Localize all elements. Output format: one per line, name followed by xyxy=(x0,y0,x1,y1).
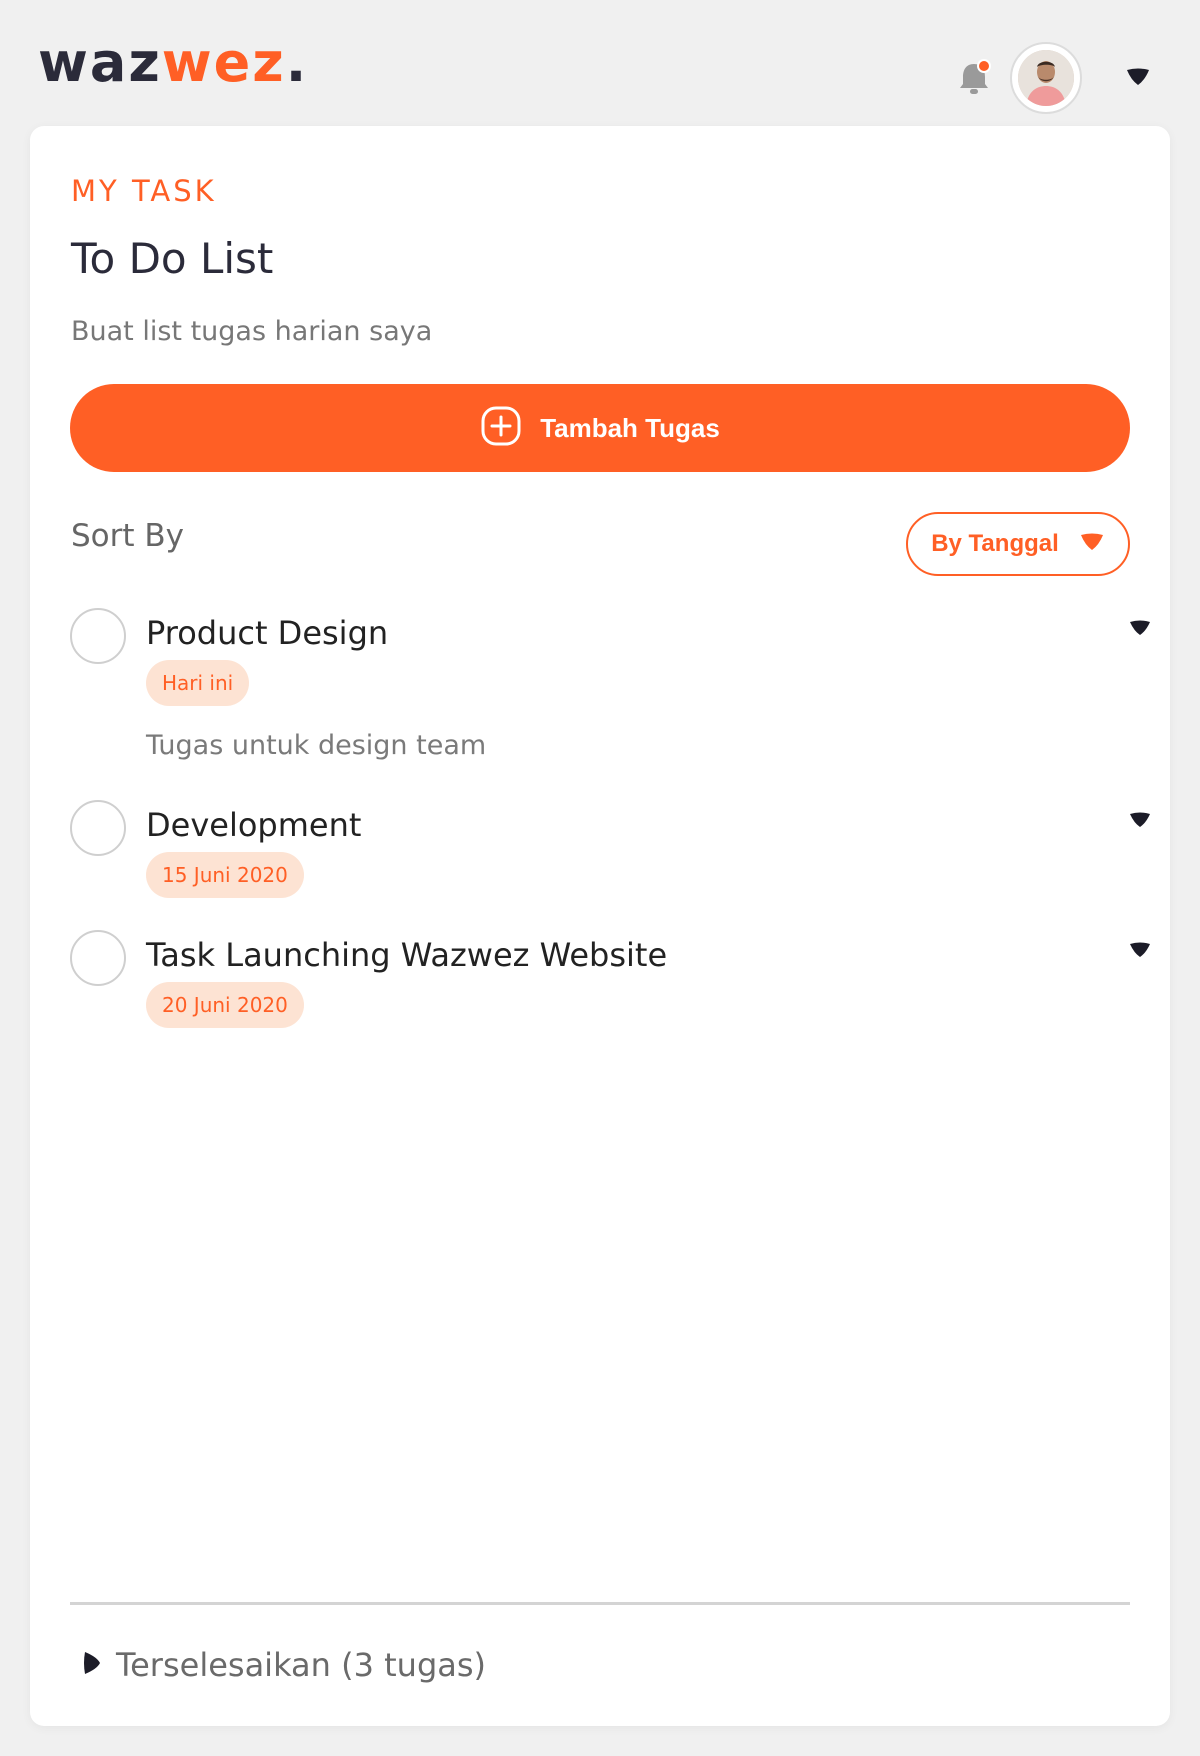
task-card: MY TASK To Do List Buat list tugas haria… xyxy=(30,126,1170,1726)
sort-dropdown[interactable]: By Tanggal xyxy=(906,512,1130,576)
task-title: Task Launching Wazwez Website xyxy=(146,936,668,974)
chevron-down-icon[interactable] xyxy=(1128,940,1152,964)
task-date-badge: Hari ini xyxy=(146,660,250,706)
chevron-down-icon[interactable] xyxy=(1128,618,1152,642)
task-checkbox[interactable] xyxy=(70,930,126,986)
plus-circle-icon xyxy=(480,405,522,451)
chevron-down-icon xyxy=(1079,531,1105,557)
section-eyebrow: MY TASK xyxy=(71,174,217,208)
logo-text-accent: wez xyxy=(161,31,286,94)
chevron-down-icon[interactable] xyxy=(1124,66,1152,92)
add-task-label: Tambah Tugas xyxy=(540,412,720,443)
completed-label: Terselesaikan (3 tugas) xyxy=(116,1646,487,1684)
sort-label: Sort By xyxy=(71,518,185,554)
avatar-image xyxy=(1018,50,1074,106)
task-description: Tugas untuk design team xyxy=(146,730,487,761)
logo-dot: . xyxy=(285,31,309,94)
sort-value: By Tanggal xyxy=(931,530,1059,557)
add-task-button[interactable]: Tambah Tugas xyxy=(70,384,1130,472)
bell-icon[interactable] xyxy=(956,58,992,98)
chevron-right-icon xyxy=(82,1646,102,1684)
completed-tasks-toggle[interactable]: Terselesaikan (3 tugas) xyxy=(82,1646,486,1684)
avatar[interactable] xyxy=(1010,42,1082,114)
chevron-down-icon[interactable] xyxy=(1128,810,1152,834)
top-bar: wazwez. xyxy=(0,0,1200,126)
task-item[interactable]: Development 15 Juni 2020 xyxy=(70,800,1150,910)
logo[interactable]: wazwez. xyxy=(38,36,308,90)
page-title: To Do List xyxy=(71,234,274,283)
task-item[interactable]: Task Launching Wazwez Website 20 Juni 20… xyxy=(70,930,1150,1040)
task-date-badge: 20 Juni 2020 xyxy=(146,982,304,1028)
task-checkbox[interactable] xyxy=(70,800,126,856)
task-item[interactable]: Product Design Hari ini Tugas untuk desi… xyxy=(70,608,1150,788)
task-title: Development xyxy=(146,806,362,844)
task-checkbox[interactable] xyxy=(70,608,126,664)
divider xyxy=(70,1602,1130,1605)
task-title: Product Design xyxy=(146,614,389,652)
page-subtitle: Buat list tugas harian saya xyxy=(71,316,433,347)
logo-text-dark: waz xyxy=(38,31,162,94)
task-date-badge: 15 Juni 2020 xyxy=(146,852,304,898)
